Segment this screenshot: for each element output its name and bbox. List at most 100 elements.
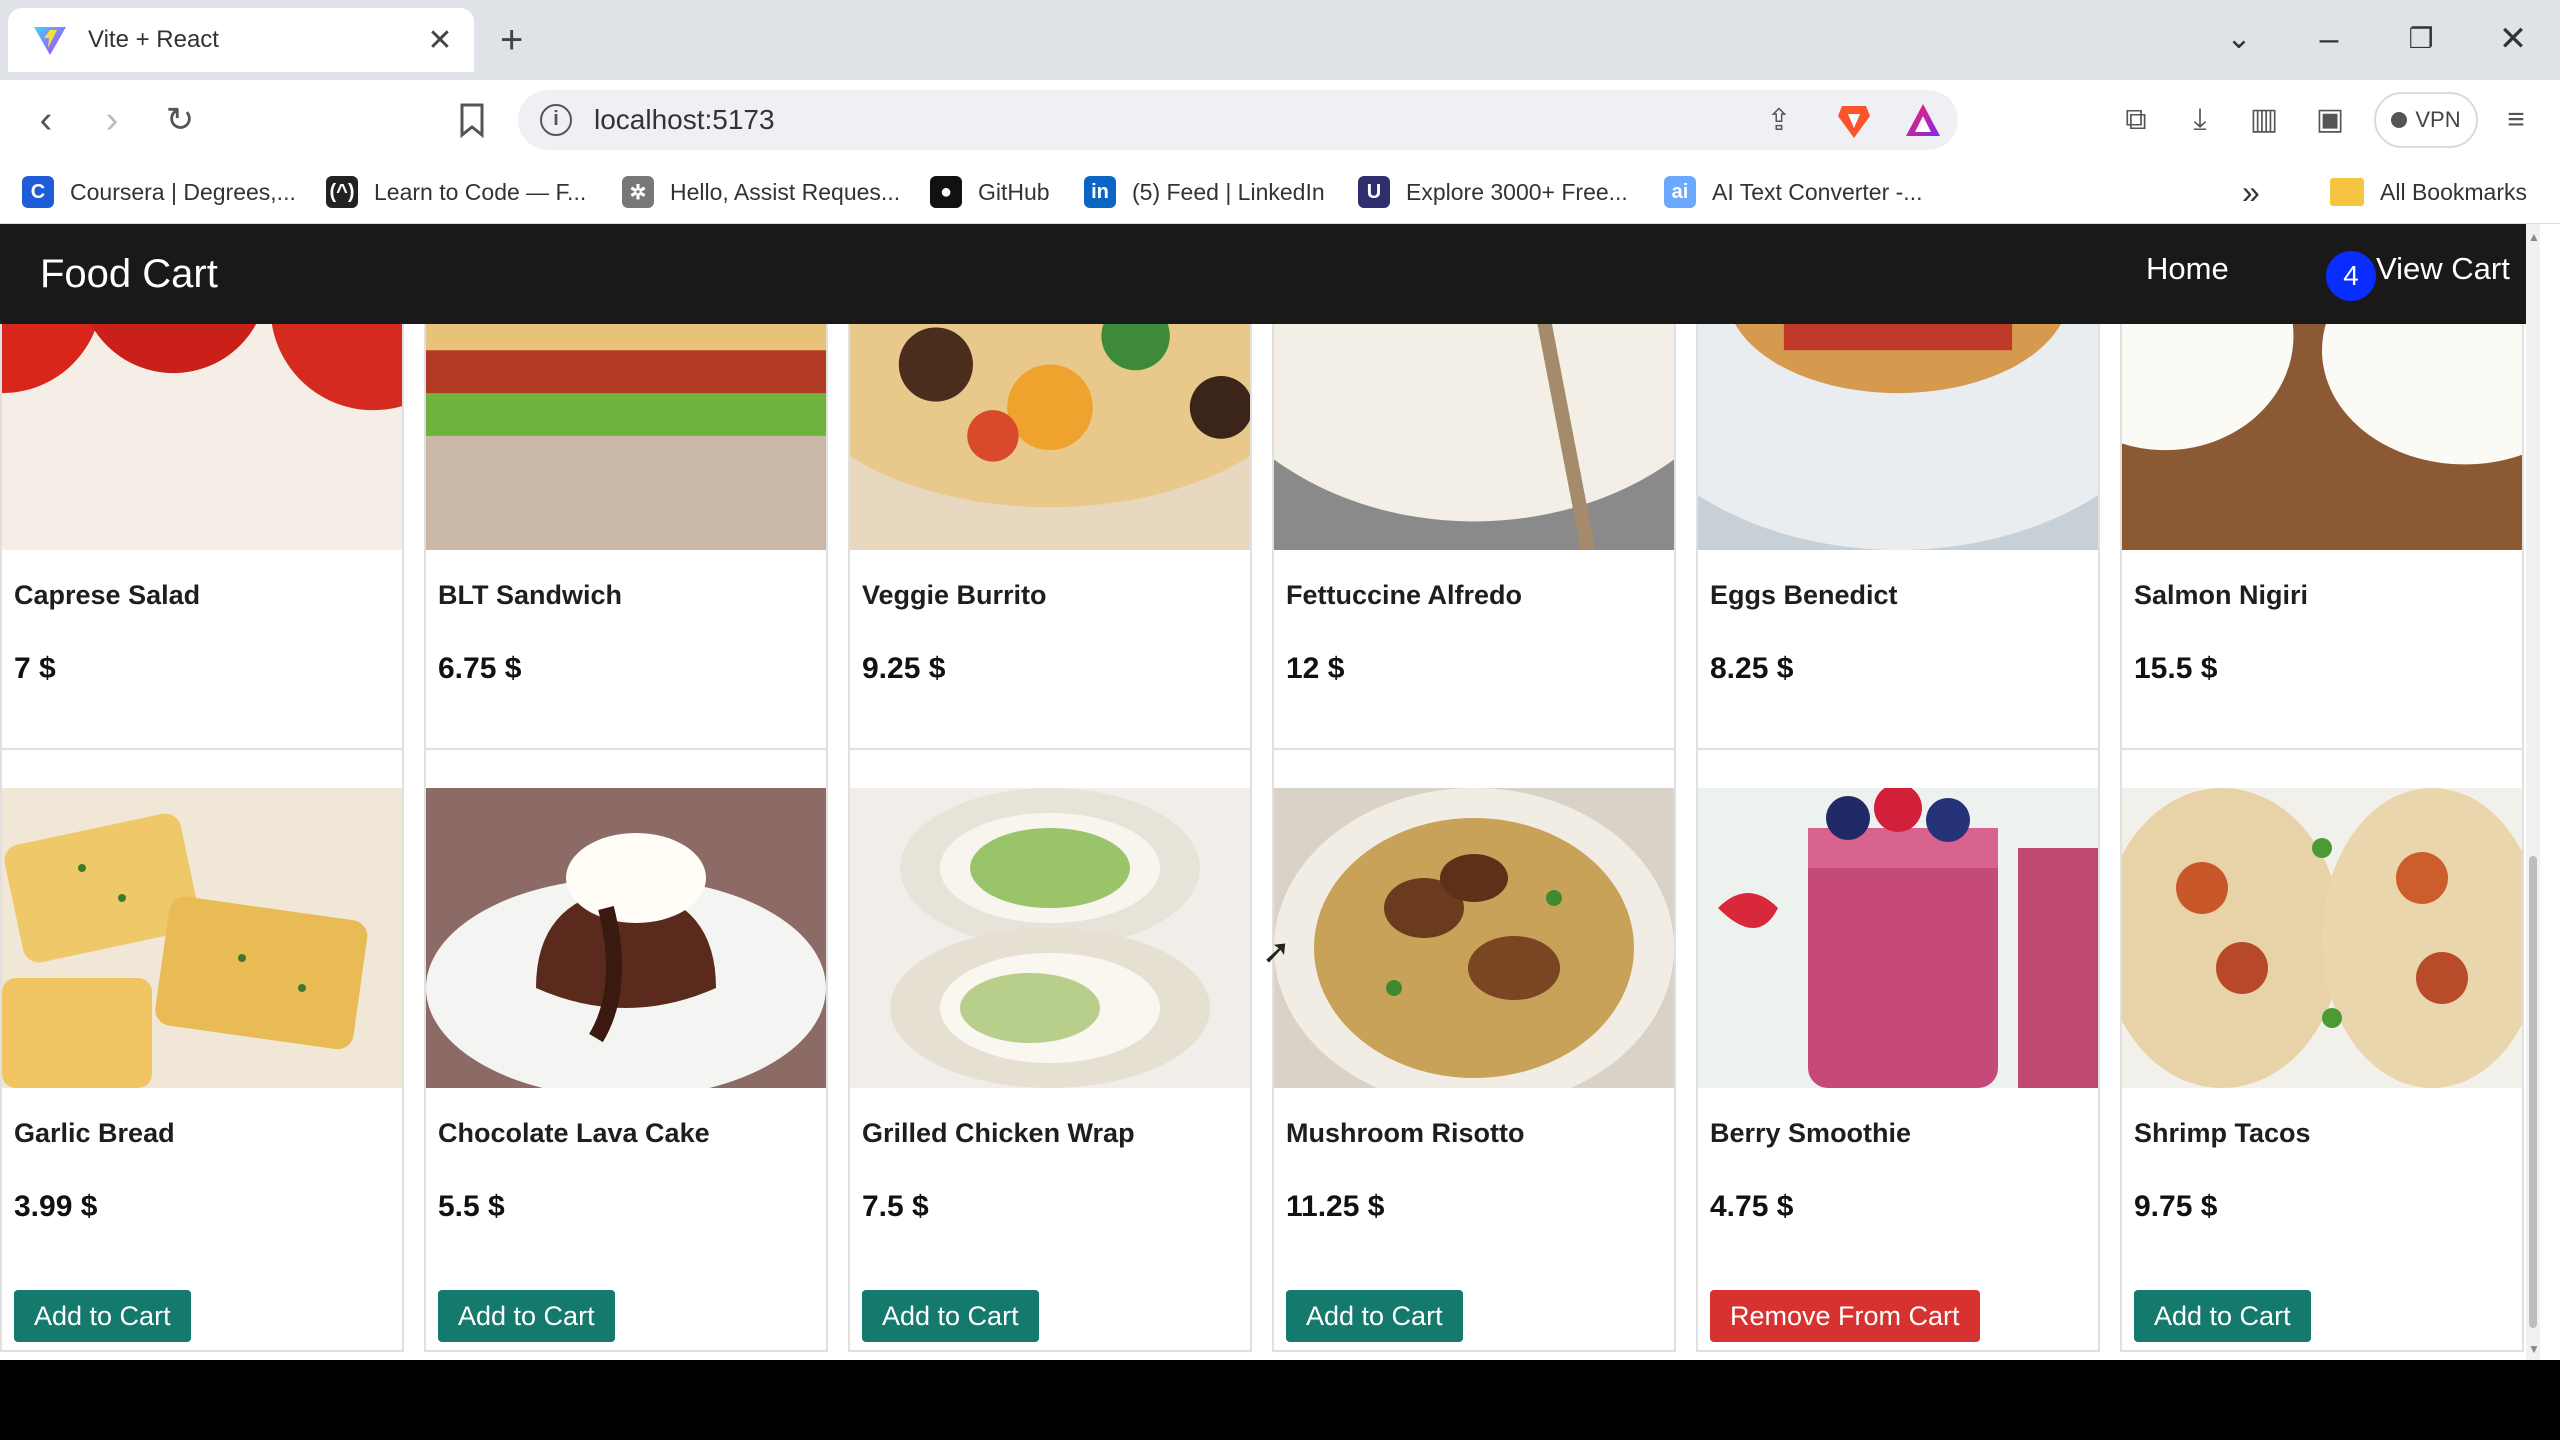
ai-icon: ai — [1664, 176, 1696, 208]
page-viewport: Food Cart Home 4 View Cart Caprese Salad… — [0, 224, 2540, 1360]
share-icon[interactable]: ⇪ — [1762, 104, 1796, 138]
forward-icon[interactable]: › — [88, 96, 136, 144]
sidebar-icon[interactable]: ▥ — [2244, 100, 2284, 140]
wallet-icon[interactable]: ▣ — [2310, 100, 2350, 140]
tab-title: Vite + React — [88, 26, 219, 53]
bookmark-item[interactable]: in (5) Feed | LinkedIn — [1084, 174, 1325, 210]
cart-count-badge: 4 — [2326, 251, 2376, 301]
brand-title[interactable]: Food Cart — [40, 252, 218, 297]
food-photo — [1698, 788, 2098, 1088]
tab-strip: Vite + React ✕ + ⌄ – ❐ ✕ — [0, 0, 2560, 80]
nav-home-link[interactable]: Home — [2146, 251, 2229, 287]
product-name: Garlic Bread — [14, 1118, 175, 1148]
browser-window: Vite + React ✕ + ⌄ – ❐ ✕ ‹ › ↻ i localho… — [0, 0, 2560, 1360]
product-card: Chocolate Lava Cake 5.5 $ Add to Cart — [424, 748, 828, 1352]
back-icon[interactable]: ‹ — [22, 96, 70, 144]
product-name: Berry Smoothie — [1710, 1118, 1912, 1148]
tab-active[interactable]: Vite + React ✕ — [8, 8, 474, 72]
letterbox-bar — [0, 1360, 2560, 1440]
bookmark-label: Learn to Code — F... — [374, 178, 587, 205]
product-price: 5.5 $ — [438, 1190, 505, 1223]
tab-search-icon[interactable]: ⌄ — [2214, 14, 2264, 64]
bookmark-label: Coursera | Degrees,... — [70, 178, 296, 205]
browser-toolbar: ‹ › ↻ i localhost:5173 ⇪ ⧉ ⤓ ▥ ▣ VPN ≡ — [0, 80, 2560, 160]
all-bookmarks-button[interactable]: All Bookmarks — [2330, 174, 2527, 210]
linkedin-icon: in — [1084, 176, 1116, 208]
bookmark-icon[interactable] — [458, 102, 486, 138]
vpn-button[interactable]: VPN — [2374, 92, 2478, 148]
scrollbar-thumb[interactable] — [2529, 856, 2537, 1328]
add-to-cart-button[interactable]: Add to Cart — [1286, 1290, 1463, 1342]
product-price: 4.75 $ — [1710, 1190, 1794, 1223]
product-price: 11.25 $ — [1286, 1190, 1385, 1223]
window-close-icon[interactable]: ✕ — [2488, 14, 2538, 64]
close-tab-icon[interactable]: ✕ — [422, 23, 458, 58]
bookmark-label: Explore 3000+ Free... — [1406, 178, 1628, 205]
food-photo — [850, 788, 1250, 1088]
product-name: Shrimp Tacos — [2134, 1118, 2311, 1148]
product-price: 7 $ — [14, 652, 56, 685]
bookmark-item[interactable]: C Coursera | Degrees,... — [22, 174, 296, 210]
product-price: 9.75 $ — [2134, 1190, 2218, 1223]
product-name: Grilled Chicken Wrap — [862, 1118, 1135, 1148]
bookmark-item[interactable]: (^) Learn to Code — F... — [326, 174, 586, 210]
food-photo — [2, 788, 402, 1088]
scroll-up-icon[interactable]: ▲ — [2528, 230, 2540, 244]
food-photo — [426, 788, 826, 1088]
add-to-cart-button[interactable]: Add to Cart — [14, 1290, 191, 1342]
food-photo — [2122, 788, 2522, 1088]
add-to-cart-button[interactable]: Add to Cart — [438, 1290, 615, 1342]
bookmark-item[interactable]: ✲ Hello, Assist Reques... — [622, 174, 900, 210]
all-bookmarks-label: All Bookmarks — [2380, 178, 2527, 205]
page-scrollbar[interactable]: ▲ ▼ — [2526, 224, 2540, 1360]
bookmark-item[interactable]: U Explore 3000+ Free... — [1358, 174, 1628, 210]
add-to-cart-button[interactable]: Add to Cart — [2134, 1290, 2311, 1342]
folder-icon — [2330, 178, 2364, 206]
minimize-icon[interactable]: – — [2304, 14, 2354, 64]
product-name: Caprese Salad — [14, 580, 201, 610]
vpn-label: VPN — [2415, 107, 2461, 132]
reload-icon[interactable]: ↻ — [156, 96, 204, 144]
product-name: Mushroom Risotto — [1286, 1118, 1525, 1148]
product-price: 15.5 $ — [2134, 652, 2218, 685]
bookmark-label: AI Text Converter -... — [1712, 178, 1923, 205]
bookmark-label: GitHub — [978, 178, 1050, 205]
udemy-icon: U — [1358, 176, 1390, 208]
product-name: Veggie Burrito — [862, 580, 1047, 610]
vite-icon — [34, 27, 66, 55]
product-price: 9.25 $ — [862, 652, 946, 685]
add-to-cart-button[interactable]: Add to Cart — [862, 1290, 1039, 1342]
bookmarks-bar: C Coursera | Degrees,... (^) Learn to Code … — [0, 160, 2560, 224]
new-tab-button[interactable]: + — [500, 18, 523, 62]
download-icon[interactable]: ⤓ — [2180, 100, 2220, 140]
product-name: BLT Sandwich — [438, 580, 623, 610]
nav-view-cart-link[interactable]: View Cart — [2376, 251, 2510, 287]
product-card: Shrimp Tacos 9.75 $ Add to Cart — [2120, 748, 2524, 1352]
url-text: localhost:5173 — [594, 104, 775, 135]
bookmark-item[interactable]: ai AI Text Converter -... — [1664, 174, 1922, 210]
bookmark-label: (5) Feed | LinkedIn — [1132, 178, 1325, 205]
github-icon: ● — [930, 176, 962, 208]
scroll-down-icon[interactable]: ▼ — [2528, 1342, 2540, 1356]
site-info-icon[interactable]: i — [540, 104, 572, 136]
product-price: 7.5 $ — [862, 1190, 929, 1223]
bookmarks-overflow-icon[interactable]: » — [2242, 174, 2260, 210]
product-price: 3.99 $ — [14, 1190, 98, 1223]
bookmark-item[interactable]: ● GitHub — [930, 174, 1050, 210]
restore-icon[interactable]: ❐ — [2396, 14, 2446, 64]
product-name: Salmon Nigiri — [2134, 580, 2309, 610]
address-bar[interactable]: i localhost:5173 ⇪ — [518, 90, 1958, 150]
product-price: 12 $ — [1286, 652, 1345, 685]
brave-shield-icon[interactable] — [1836, 102, 1872, 140]
extensions-icon[interactable]: ⧉ — [2116, 100, 2156, 140]
mouse-cursor-icon: ➚ — [1262, 933, 1291, 971]
coursera-icon: C — [22, 176, 54, 208]
brave-rewards-icon[interactable] — [1904, 102, 1942, 138]
app-navbar: Food Cart Home 4 View Cart — [0, 224, 2526, 324]
product-name: Eggs Benedict — [1710, 580, 1898, 610]
product-name: Fettuccine Alfredo — [1286, 580, 1523, 610]
menu-icon[interactable]: ≡ — [2496, 100, 2536, 140]
freecodecamp-icon: (^) — [326, 176, 358, 208]
openai-icon: ✲ — [622, 176, 654, 208]
remove-from-cart-button[interactable]: Remove From Cart — [1710, 1290, 1980, 1342]
